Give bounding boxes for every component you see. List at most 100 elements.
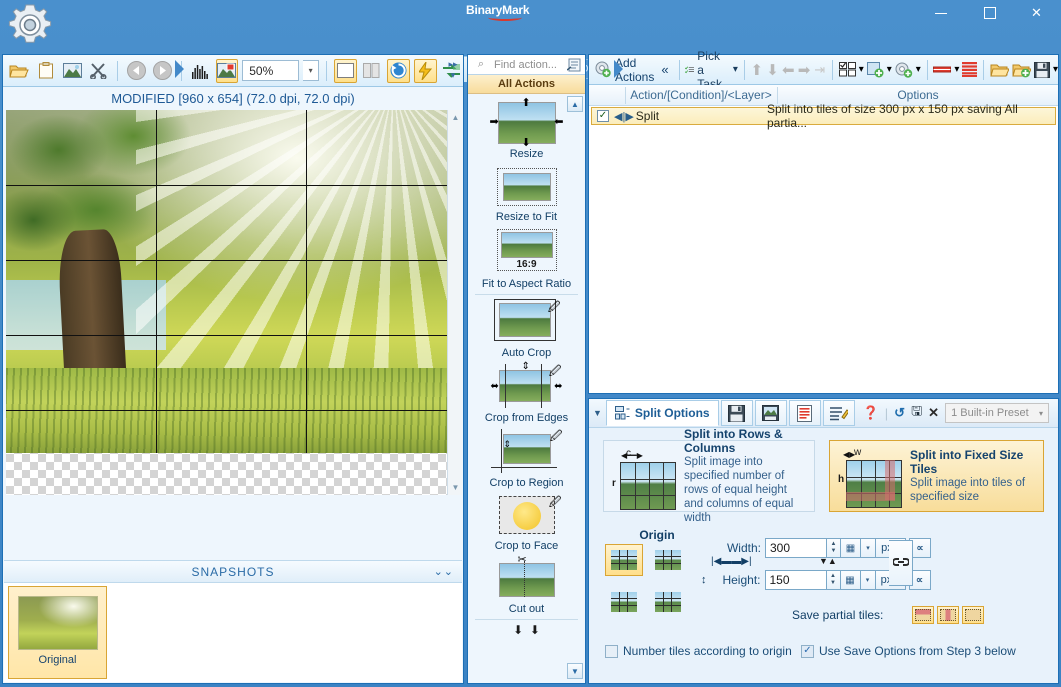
chevron-down-icon[interactable]: ▾	[733, 64, 738, 75]
action-label: Crop from Edges	[477, 412, 577, 425]
snapshots-header[interactable]: SNAPSHOTS ⌄⌄	[4, 560, 462, 583]
chevron-down-icon[interactable]: ▾	[887, 64, 892, 75]
add-square-icon	[867, 62, 884, 78]
back-button[interactable]	[125, 59, 148, 83]
report-options-button[interactable]	[789, 400, 821, 426]
vertical-scrollbar[interactable]: ▲ ▼	[447, 110, 462, 495]
quick-apply-button[interactable]	[414, 59, 437, 83]
find-action-bar[interactable]: ⌕ Find action...	[468, 55, 585, 75]
close-button[interactable]: ✕	[1014, 0, 1059, 26]
chevron-down-icon[interactable]: ⌄⌄	[434, 565, 454, 578]
maximize-button[interactable]	[967, 0, 1012, 26]
image-button[interactable]	[61, 59, 84, 83]
actions-scroll-down[interactable]: ▼	[567, 663, 583, 679]
check-boxes-icon	[839, 62, 856, 77]
import-sequence-button[interactable]	[1012, 59, 1031, 81]
action-item-crop-from-edges[interactable]: ⬌ ⬌ ⇕ 🖉 Crop from Edges	[477, 364, 577, 425]
origin-bottom-left-button[interactable]	[605, 586, 643, 618]
save-preset-button[interactable]: 🖫	[911, 402, 922, 424]
zoom-dropdown-button[interactable]: ▾	[303, 60, 319, 81]
move-down-button[interactable]: ⬇	[766, 59, 779, 81]
action-label: Resize	[477, 148, 577, 161]
reset-button[interactable]: ↺	[894, 405, 905, 421]
swap-dimensions-icon[interactable]: ▼▲	[819, 556, 837, 566]
action-item-auto-crop[interactable]: 🖉 Auto Crop	[477, 299, 577, 360]
collapse-button[interactable]: «	[661, 62, 668, 77]
origin-bottom-right-button[interactable]	[649, 586, 687, 618]
tile-gridline	[6, 260, 447, 261]
height-calculator-button[interactable]: ▦	[841, 570, 861, 590]
save-vertical-partial-tiles-button[interactable]	[937, 606, 959, 624]
divider	[744, 60, 745, 80]
chevron-down-icon[interactable]: ▾	[1053, 64, 1058, 75]
mode-card-fixed-size-tiles[interactable]: w ◀▶ h Split into Fixed Size Tiles Split…	[829, 440, 1044, 512]
width-spinner[interactable]: ▲▼	[827, 538, 841, 558]
minimize-button[interactable]	[918, 0, 963, 26]
save-sequence-button[interactable]	[1034, 59, 1050, 81]
remove-button[interactable]	[933, 59, 951, 81]
collapse-panel-button[interactable]: ▼	[593, 408, 602, 418]
action-item-resize[interactable]: ⬆ ⬇ ➡ ⬅ Resize	[477, 98, 577, 161]
height-input[interactable]: 150	[765, 570, 827, 590]
toolbar-overflow-button[interactable]: ▸▸▾	[446, 59, 460, 81]
check-all-button[interactable]	[839, 59, 856, 81]
batch-options-button[interactable]	[823, 400, 855, 426]
tab-split-options[interactable]: Split Options	[606, 400, 719, 426]
chevron-down-icon[interactable]: ▾	[859, 64, 864, 75]
snapshot-item[interactable]: Original	[8, 586, 107, 679]
link-dimensions-button[interactable]	[889, 540, 913, 586]
help-button[interactable]: ❓	[863, 405, 879, 421]
add-action-button[interactable]	[867, 59, 884, 81]
height-calc-dropdown[interactable]: ▾	[861, 570, 876, 590]
list-button[interactable]	[962, 59, 977, 81]
add-actions-icon[interactable]	[594, 59, 612, 81]
origin-top-right-button[interactable]	[649, 544, 687, 576]
table-row[interactable]: ✓ ◀|▶ Split Split into tiles of size 300…	[591, 107, 1056, 125]
number-tiles-checkbox-row[interactable]: Number tiles according to origin	[605, 644, 792, 658]
chevron-down-icon[interactable]: ▾	[916, 64, 921, 75]
action-item-crop-to-region[interactable]: ⇕ 🖉 Crop to Region	[477, 429, 577, 490]
add-condition-button[interactable]	[895, 59, 913, 81]
split-view-button[interactable]	[361, 59, 384, 83]
action-item-cut-out[interactable]: ✂ Cut out	[477, 557, 577, 616]
compare-button[interactable]	[216, 59, 239, 83]
origin-top-left-button[interactable]	[605, 544, 643, 576]
scroll-up-arrow[interactable]: ▲	[448, 110, 463, 125]
delete-preset-button[interactable]: ✕	[928, 405, 939, 421]
row-checkbox[interactable]: ✓	[597, 110, 609, 122]
preset-select[interactable]: 1 Built-in Preset ▾	[945, 403, 1049, 423]
number-tiles-checkbox[interactable]	[605, 645, 618, 658]
use-save-options-checkbox-row[interactable]: ✓ Use Save Options from Step 3 below	[801, 644, 1016, 658]
width-input[interactable]: 300	[765, 538, 827, 558]
move-right-button[interactable]: ➡	[798, 59, 811, 81]
action-item-resize-to-fit[interactable]: Resize to Fit	[477, 165, 577, 224]
forward-button[interactable]	[152, 59, 175, 83]
actions-item-list[interactable]: ⬆ ⬇ ➡ ⬅ Resize Resize to Fit 16:9	[469, 94, 584, 682]
use-save-options-checkbox[interactable]: ✓	[801, 645, 814, 658]
save-no-partial-tiles-button[interactable]	[962, 606, 984, 624]
move-left-button[interactable]: ⬅	[782, 59, 795, 81]
single-view-button[interactable]	[334, 59, 357, 83]
advanced-find-icon[interactable]	[564, 56, 584, 74]
save-options-button[interactable]	[721, 400, 753, 426]
image-canvas[interactable]	[6, 110, 447, 495]
paste-button[interactable]	[35, 59, 58, 83]
action-item-fit-aspect-ratio[interactable]: 16:9 Fit to Aspect Ratio	[477, 228, 577, 291]
save-all-partial-tiles-button[interactable]	[912, 606, 934, 624]
height-spinner[interactable]: ▲▼	[827, 570, 841, 590]
open-sequence-button[interactable]	[990, 59, 1009, 81]
mode-card-rows-columns[interactable]: c ◀━━▶ r Split into Rows & Columns Split…	[603, 440, 815, 512]
open-file-button[interactable]	[8, 59, 31, 83]
action-item-crop-to-face[interactable]: 🖉 Crop to Face	[477, 494, 577, 553]
refresh-button[interactable]	[387, 59, 410, 83]
width-calculator-button[interactable]: ▦	[841, 538, 861, 558]
scroll-down-arrow[interactable]: ▼	[448, 480, 463, 495]
indent-button[interactable]: ⇥	[813, 59, 826, 81]
image-options-button[interactable]	[755, 400, 787, 426]
chevron-down-icon[interactable]: ▾	[954, 64, 959, 75]
zoom-input[interactable]: 50%	[242, 60, 299, 81]
width-calc-dropdown[interactable]: ▾	[861, 538, 876, 558]
move-up-button[interactable]: ⬆	[750, 59, 763, 81]
histogram-button[interactable]	[189, 59, 212, 83]
cut-button[interactable]	[88, 59, 111, 83]
